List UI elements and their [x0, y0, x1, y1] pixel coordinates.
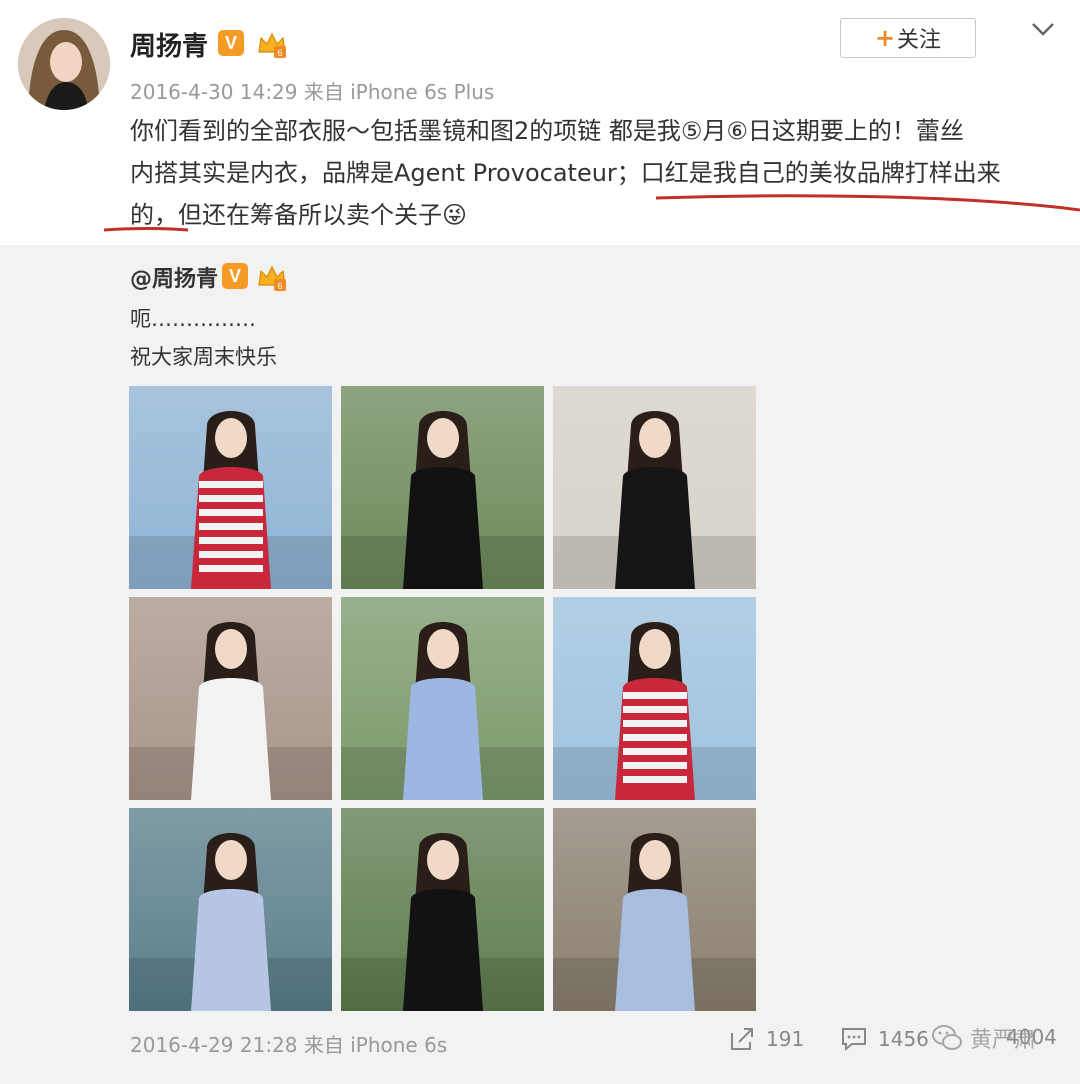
verified-badge: V [222, 263, 248, 289]
post-meta: 2016-4-30 14:29 来自 iPhone 6s Plus [130, 76, 494, 105]
plus-icon: + [874, 24, 896, 52]
share-icon [731, 1028, 753, 1050]
crown-icon: 6 [258, 32, 286, 58]
verified-badge: V [218, 30, 244, 56]
comment-count: 1456 [878, 1027, 929, 1051]
svg-text:6: 6 [277, 48, 282, 58]
comment-button[interactable]: 1456 [840, 1025, 929, 1053]
photo-white-top-selfie[interactable] [129, 597, 332, 800]
svg-text:6: 6 [277, 281, 282, 291]
post-text: 你们看到的全部衣服～包括墨镜和图2的项链 都是我⑤月⑥日这期要上的！蕾丝 内搭其… [130, 110, 1060, 236]
post-source: 来自 iPhone 6s Plus [303, 80, 495, 104]
post-username[interactable]: 周扬青 [130, 26, 208, 63]
post-text-line: 你们看到的全部衣服～包括墨镜和图2的项链 都是我⑤月⑥日这期要上的！蕾丝 [130, 117, 964, 145]
post-text-line: 内搭其实是内衣，品牌是Agent Provocateur；口红是我自己的美妆品牌… [130, 159, 1001, 187]
comment-icon [842, 1028, 866, 1052]
repost-text-line: 祝大家周末快乐 [130, 345, 277, 369]
photo-polka-dot-dress[interactable] [341, 386, 544, 589]
watermark-text: 黄严肃 [970, 1028, 1037, 1053]
photo-black-hat-blue-shirt[interactable] [341, 597, 544, 800]
follow-label: 关注 [897, 28, 942, 53]
avatar[interactable] [18, 18, 110, 110]
red-underline-annotation [656, 194, 1080, 212]
follow-button[interactable]: + 关注 [840, 18, 976, 58]
photo-black-top-terrace[interactable] [341, 808, 544, 1011]
repost-text-line: 呃…………… [130, 307, 256, 331]
share-button[interactable]: 191 [728, 1025, 804, 1053]
photo-blue-shirt-balcony[interactable] [553, 808, 756, 1011]
chevron-down-icon[interactable] [1028, 14, 1058, 44]
weibo-post: 周扬青 V 6 + 关注 2016-4-30 14:29 来自 iPhone 6… [0, 0, 1080, 245]
repost-timestamp: 2016-4-29 21:28 [130, 1033, 298, 1057]
wechat-icon [932, 1025, 962, 1050]
post-timestamp: 2016-4-30 14:29 [130, 80, 298, 104]
watermark: 黄严肃 [930, 1021, 1036, 1055]
photo-black-dress-sunglasses[interactable] [553, 386, 756, 589]
repost-source: 来自 iPhone 6s [303, 1033, 448, 1057]
share-count: 191 [766, 1027, 805, 1051]
photo-grid [129, 386, 756, 1012]
photo-sitting-teddy-bear[interactable] [129, 808, 332, 1011]
repost-block: @周扬青 V 6 呃…………… 祝大家周末快乐 2016-4-29 21:28 … [0, 245, 1080, 1084]
repost-username[interactable]: @周扬青 [130, 261, 218, 293]
crown-icon: 6 [258, 265, 286, 291]
red-underline-annotation [104, 227, 188, 232]
photo-striped-dress-hat-railing[interactable] [553, 597, 756, 800]
repost-meta: 2016-4-29 21:28 来自 iPhone 6s [130, 1029, 447, 1058]
photo-striped-dress-hat-pool[interactable] [129, 386, 332, 589]
